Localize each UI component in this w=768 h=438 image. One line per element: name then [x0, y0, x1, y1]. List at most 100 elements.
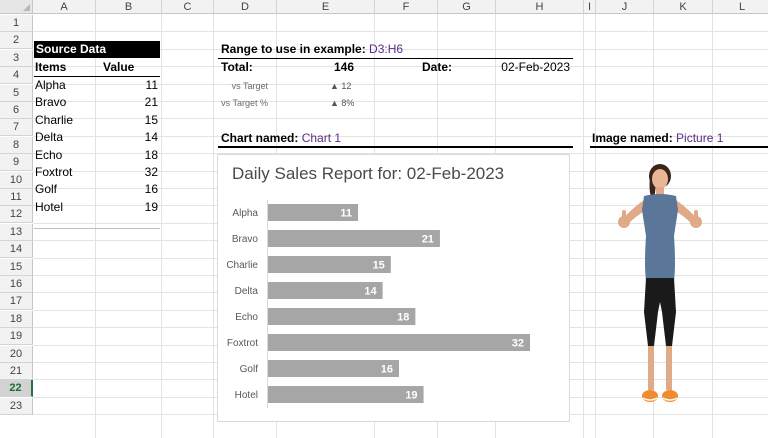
- column-header-j[interactable]: J: [596, 0, 654, 14]
- column-header-c[interactable]: C: [162, 0, 214, 14]
- source-item-label[interactable]: Hotel: [35, 199, 63, 216]
- column-gridline: [712, 14, 713, 438]
- bar-category-label: Delta: [235, 286, 259, 297]
- source-item-value[interactable]: 32: [100, 164, 158, 181]
- row-header-20[interactable]: 20: [0, 345, 33, 363]
- bar-category-label: Hotel: [235, 390, 258, 401]
- column-gridline: [161, 14, 162, 438]
- image-named-label[interactable]: Image named: Picture 1: [592, 130, 723, 147]
- column-header-k[interactable]: K: [654, 0, 713, 14]
- vs-target-pct-label[interactable]: vs Target %: [212, 95, 268, 112]
- row-header-10[interactable]: 10: [0, 171, 33, 189]
- row-gridline: [33, 31, 768, 33]
- row-header-16[interactable]: 16: [0, 276, 33, 293]
- bar-value-label: 11: [340, 208, 352, 220]
- range-label-text: Range to use in example:: [221, 42, 366, 56]
- row-header-19[interactable]: 19: [0, 328, 33, 346]
- source-item-label[interactable]: Alpha: [35, 77, 66, 94]
- source-item-value[interactable]: 16: [100, 181, 158, 198]
- date-value[interactable]: 02-Feb-2023: [480, 59, 570, 76]
- source-item-label[interactable]: Charlie: [35, 112, 73, 129]
- range-value: D3:H6: [369, 42, 404, 56]
- chart-named-text: Chart named:: [221, 131, 299, 145]
- row-header-4[interactable]: 4: [0, 67, 33, 85]
- bar-foxtrot: [268, 334, 530, 351]
- range-label[interactable]: Range to use in example: D3:H6: [221, 41, 403, 58]
- bar-category-label: Bravo: [232, 234, 259, 245]
- row-header-1[interactable]: 1: [0, 15, 33, 32]
- source-item-value[interactable]: 21: [100, 94, 158, 111]
- source-data-title[interactable]: Source Data: [34, 41, 160, 58]
- vs-target-label[interactable]: vs Target: [220, 78, 268, 95]
- source-item-label[interactable]: Echo: [35, 147, 62, 164]
- row-header-6[interactable]: 6: [0, 102, 33, 119]
- column-header-i[interactable]: I: [584, 0, 596, 14]
- source-item-label[interactable]: Foxtrot: [35, 164, 72, 181]
- row-gridline: [33, 66, 768, 68]
- row-header-17[interactable]: 17: [0, 293, 33, 311]
- column-header-e[interactable]: E: [277, 0, 375, 14]
- source-item-value[interactable]: 18: [100, 147, 158, 164]
- bar-value-label: 15: [373, 260, 385, 272]
- chart-name-value: Chart 1: [301, 131, 342, 145]
- row-header-11[interactable]: 11: [0, 189, 33, 206]
- row-header-22[interactable]: 22: [0, 380, 33, 398]
- bar-category-label: Charlie: [226, 260, 258, 271]
- source-item-value[interactable]: 11: [100, 77, 158, 94]
- person-thumbs-up-picture[interactable]: [610, 162, 710, 408]
- source-item-label[interactable]: Golf: [35, 181, 57, 198]
- chart-label-underline: [218, 146, 573, 148]
- total-value[interactable]: 146: [310, 59, 354, 76]
- source-item-value[interactable]: 15: [100, 112, 158, 129]
- row-header-5[interactable]: 5: [0, 84, 33, 102]
- row-header-8[interactable]: 8: [0, 136, 33, 154]
- bar-category-label: Foxtrot: [227, 338, 258, 349]
- image-named-text: Image named:: [592, 131, 673, 145]
- column-gridline: [95, 14, 96, 438]
- column-header-g[interactable]: G: [438, 0, 496, 14]
- column-gridline: [583, 14, 584, 438]
- bar-value-label: 18: [397, 312, 409, 324]
- row-header-18[interactable]: 18: [0, 310, 33, 328]
- bar-value-label: 32: [512, 338, 524, 350]
- row-header-2[interactable]: 2: [0, 32, 33, 50]
- date-label[interactable]: Date:: [422, 59, 452, 76]
- row-header-23[interactable]: 23: [0, 397, 33, 415]
- select-all-corner[interactable]: [0, 0, 33, 14]
- row-header-15[interactable]: 15: [0, 258, 33, 276]
- bar-chart-plot: Alpha 11 Bravo 21 Charlie 15 Delta 14 Echo 18 Foxt…: [226, 200, 530, 408]
- bar-golf: [268, 360, 399, 377]
- bar-value-label: 14: [364, 286, 377, 298]
- source-item-value[interactable]: 19: [100, 199, 158, 216]
- bar-category-label: Alpha: [232, 208, 258, 219]
- column-header-b[interactable]: B: [96, 0, 162, 14]
- row-header-14[interactable]: 14: [0, 241, 33, 259]
- row-header-7[interactable]: 7: [0, 119, 33, 137]
- bar-value-label: 16: [381, 364, 393, 376]
- bar-category-label: Golf: [240, 364, 259, 375]
- column-header-a[interactable]: A: [33, 0, 96, 14]
- row-header-13[interactable]: 13: [0, 223, 33, 241]
- column-header-f[interactable]: F: [375, 0, 438, 14]
- row-header-12[interactable]: 12: [0, 206, 33, 224]
- vs-target-pct-value[interactable]: ▲ 8%: [330, 95, 354, 112]
- vs-target-value[interactable]: ▲ 12: [330, 78, 351, 95]
- chart-named-label[interactable]: Chart named: Chart 1: [221, 130, 341, 147]
- source-bottom-line: [34, 228, 160, 229]
- total-label[interactable]: Total:: [221, 59, 253, 76]
- source-item-value[interactable]: 14: [100, 129, 158, 146]
- source-item-label[interactable]: Bravo: [35, 94, 66, 111]
- bar-echo: [268, 308, 416, 325]
- column-gridline: [213, 14, 214, 438]
- row-header-9[interactable]: 9: [0, 154, 33, 172]
- bar-value-label: 19: [405, 390, 417, 402]
- column-header-d[interactable]: D: [214, 0, 277, 14]
- row-header-3[interactable]: 3: [0, 49, 33, 67]
- bar-hotel: [268, 386, 424, 403]
- source-item-label[interactable]: Delta: [35, 129, 63, 146]
- header-items[interactable]: Items: [35, 59, 66, 76]
- column-header-l[interactable]: L: [713, 0, 768, 14]
- header-value[interactable]: Value: [103, 59, 134, 76]
- column-header-h[interactable]: H: [496, 0, 584, 14]
- row-header-21[interactable]: 21: [0, 363, 33, 380]
